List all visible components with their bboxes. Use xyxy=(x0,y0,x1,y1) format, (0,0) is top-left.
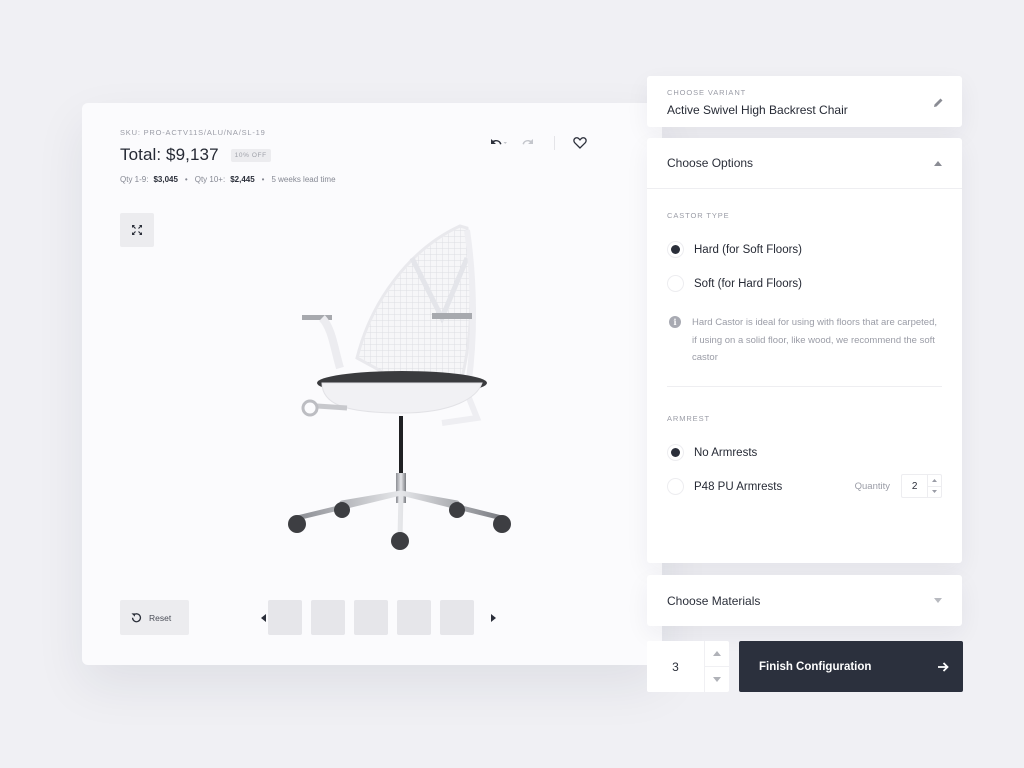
armrest-option-none[interactable]: No Armrests xyxy=(667,444,757,461)
radio-button[interactable] xyxy=(667,275,684,292)
thumbnail[interactable] xyxy=(354,600,388,635)
castor-option-hard[interactable]: Hard (for Soft Floors) xyxy=(667,241,802,258)
variant-label: CHOOSE VARIANT xyxy=(667,88,747,97)
finish-label: Finish Configuration xyxy=(759,660,872,673)
castor-info-text: Hard Castor is ideal for using with floo… xyxy=(692,317,938,363)
caret-up-icon xyxy=(934,160,942,166)
increment-button[interactable] xyxy=(928,475,941,487)
discount-badge: 10% OFF xyxy=(230,148,271,162)
decrement-button[interactable] xyxy=(928,487,941,498)
heart-icon xyxy=(573,137,587,149)
tier1-price: $3,045 xyxy=(153,175,178,184)
decrement-button[interactable] xyxy=(705,667,729,692)
thumbnail-strip xyxy=(258,600,498,635)
edit-variant-button[interactable] xyxy=(933,95,944,113)
stepper-controls xyxy=(704,641,729,692)
thumbnail[interactable] xyxy=(311,600,345,635)
order-quantity-value[interactable]: 3 xyxy=(647,641,704,692)
castor-type-label: CASTOR TYPE xyxy=(667,211,730,220)
option-label: Soft (for Hard Floors) xyxy=(694,277,802,290)
tier1-label: Qty 1-9: xyxy=(120,175,149,184)
castor-option-soft[interactable]: Soft (for Hard Floors) xyxy=(667,275,802,292)
materials-panel: Choose Materials xyxy=(647,575,962,626)
tier2-label: Qty 10+: xyxy=(194,175,226,184)
redo-button[interactable] xyxy=(522,138,534,148)
favorite-button[interactable] xyxy=(573,136,587,150)
product-card: SKU: PRO-ACTV11S/ALU/NA/SL-19 Total: $9,… xyxy=(82,103,662,665)
toolbar-divider xyxy=(554,136,555,150)
armrest-quantity: Quantity 2 xyxy=(855,474,942,498)
radio-button[interactable] xyxy=(667,241,684,258)
radio-button[interactable] xyxy=(667,444,684,461)
caret-down-icon xyxy=(713,677,721,682)
caret-up-icon xyxy=(932,478,938,482)
options-accordion-header[interactable]: Choose Options xyxy=(647,138,962,189)
fullscreen-button[interactable] xyxy=(120,213,154,247)
caret-left-icon xyxy=(260,613,266,622)
option-label: Hard (for Soft Floors) xyxy=(694,243,802,256)
quantity-value[interactable]: 2 xyxy=(902,475,927,497)
redo-icon xyxy=(522,139,533,145)
increment-button[interactable] xyxy=(705,641,729,667)
expand-icon xyxy=(132,225,142,235)
variant-panel: CHOOSE VARIANT Active Swivel High Backre… xyxy=(647,76,962,127)
armrest-label: ARMREST xyxy=(667,414,710,423)
finish-configuration-button[interactable]: Finish Configuration xyxy=(739,641,963,692)
thumbnail[interactable] xyxy=(440,600,474,635)
total-price: Total: $9,137 xyxy=(120,145,219,164)
separator-dot: • xyxy=(184,175,188,184)
lead-time: 5 weeks lead time xyxy=(271,175,336,184)
option-label: P48 PU Armrests xyxy=(694,480,783,493)
caret-down-icon xyxy=(932,490,938,494)
option-label: No Armrests xyxy=(694,446,758,459)
reset-icon xyxy=(131,613,142,623)
radio-button[interactable] xyxy=(667,478,684,495)
reset-label: Reset xyxy=(149,612,172,623)
sku-label: SKU: PRO-ACTV11S/ALU/NA/SL-19 xyxy=(120,128,266,137)
materials-title: Choose Materials xyxy=(667,593,761,608)
undo-button[interactable] xyxy=(490,137,508,149)
variant-name: Active Swivel High Backrest Chair xyxy=(667,103,848,117)
armrest-option-p48[interactable]: P48 PU Armrests xyxy=(667,478,782,495)
armrest-quantity-stepper[interactable]: 2 xyxy=(901,474,942,498)
next-thumbnail-button[interactable] xyxy=(488,600,498,635)
tier2-price: $2,445 xyxy=(230,175,255,184)
caret-down-icon xyxy=(934,598,942,603)
reset-button[interactable]: Reset xyxy=(120,600,189,635)
castor-info: i Hard Castor is ideal for using with fl… xyxy=(669,314,942,367)
options-title: Choose Options xyxy=(667,156,754,170)
toolbar xyxy=(490,136,587,150)
section-divider xyxy=(667,386,942,387)
options-panel: Choose Options CASTOR TYPE Hard (for Sof… xyxy=(647,138,962,563)
info-icon: i xyxy=(669,316,681,328)
stepper-controls xyxy=(927,475,941,497)
caret-up-icon xyxy=(713,651,721,656)
caret-right-icon xyxy=(490,613,496,622)
undo-icon xyxy=(491,139,507,145)
separator-dot: • xyxy=(261,175,265,184)
thumbnail[interactable] xyxy=(397,600,431,635)
price-tiers: Qty 1-9: $3,045 • Qty 10+: $2,445 • 5 we… xyxy=(120,175,336,184)
total-row: Total: $9,137 10% OFF xyxy=(120,145,271,165)
quantity-label: Quantity xyxy=(854,480,890,492)
chair-product-image xyxy=(288,224,511,550)
previous-thumbnail-button[interactable] xyxy=(258,600,268,635)
arrow-right-icon xyxy=(938,661,949,672)
thumbnail[interactable] xyxy=(268,600,302,635)
pencil-icon xyxy=(934,98,943,107)
order-quantity-stepper[interactable]: 3 xyxy=(647,641,729,692)
materials-accordion-header[interactable]: Choose Materials xyxy=(647,575,962,626)
